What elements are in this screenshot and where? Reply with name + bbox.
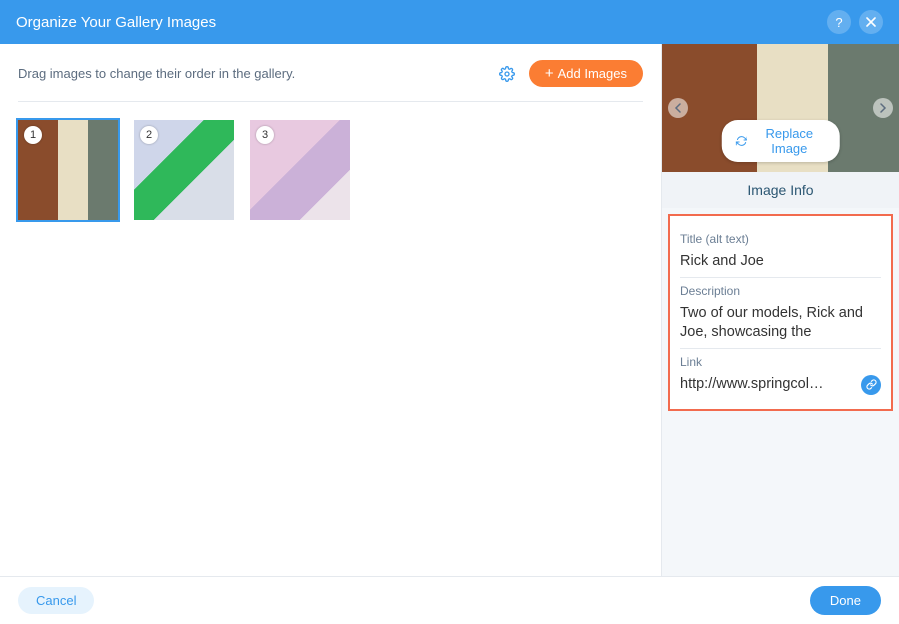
title-field[interactable]: Title (alt text) Rick and Joe xyxy=(680,226,881,277)
gallery-toolbar: Drag images to change their order in the… xyxy=(18,60,643,102)
help-button[interactable]: ? xyxy=(827,10,851,34)
replace-image-label: Replace Image xyxy=(753,126,826,156)
description-value: Two of our models, Rick and Joe, showcas… xyxy=(680,304,881,342)
image-info-header: Image Info xyxy=(662,172,899,208)
dialog-title: Organize Your Gallery Images xyxy=(16,14,819,31)
close-icon xyxy=(866,17,876,27)
instructions-text: Drag images to change their order in the… xyxy=(18,66,497,81)
replace-image-button[interactable]: Replace Image xyxy=(721,120,840,162)
link-icon xyxy=(866,379,877,390)
thumbnail[interactable]: 1 xyxy=(18,120,118,220)
plus-icon: + xyxy=(545,66,554,81)
dialog-footer: Cancel Done xyxy=(0,576,899,624)
chevron-left-icon xyxy=(674,103,682,113)
refresh-icon xyxy=(735,134,747,148)
cancel-button[interactable]: Cancel xyxy=(18,587,94,614)
thumbnail[interactable]: 3 xyxy=(250,120,350,220)
image-preview: Replace Image xyxy=(662,44,899,172)
thumbnail-grid: 1 2 3 xyxy=(18,102,643,220)
next-image-button[interactable] xyxy=(873,98,893,118)
image-info-fields: Title (alt text) Rick and Joe Descriptio… xyxy=(668,214,893,411)
dialog-header: Organize Your Gallery Images ? xyxy=(0,0,899,44)
description-label: Description xyxy=(680,284,881,298)
thumbnail-number: 1 xyxy=(24,126,42,144)
add-images-label: Add Images xyxy=(558,66,627,81)
chevron-right-icon xyxy=(879,103,887,113)
gallery-panel: Drag images to change their order in the… xyxy=(0,44,662,576)
link-value: http://www.springcol… xyxy=(680,375,855,394)
link-label: Link xyxy=(680,355,881,369)
title-value: Rick and Joe xyxy=(680,252,881,271)
image-info-panel: Replace Image Image Info Title (alt text… xyxy=(662,44,899,576)
close-button[interactable] xyxy=(859,10,883,34)
help-icon: ? xyxy=(835,15,842,30)
description-field[interactable]: Description Two of our models, Rick and … xyxy=(680,277,881,348)
add-images-button[interactable]: + Add Images xyxy=(529,60,643,87)
thumbnail[interactable]: 2 xyxy=(134,120,234,220)
title-label: Title (alt text) xyxy=(680,232,881,246)
thumbnail-number: 3 xyxy=(256,126,274,144)
link-settings-button[interactable] xyxy=(861,375,881,395)
thumbnail-number: 2 xyxy=(140,126,158,144)
gear-icon xyxy=(499,66,515,82)
dialog-body: Drag images to change their order in the… xyxy=(0,44,899,576)
done-button[interactable]: Done xyxy=(810,586,881,615)
link-field[interactable]: Link http://www.springcol… xyxy=(680,348,881,401)
prev-image-button[interactable] xyxy=(668,98,688,118)
settings-button[interactable] xyxy=(497,64,517,84)
